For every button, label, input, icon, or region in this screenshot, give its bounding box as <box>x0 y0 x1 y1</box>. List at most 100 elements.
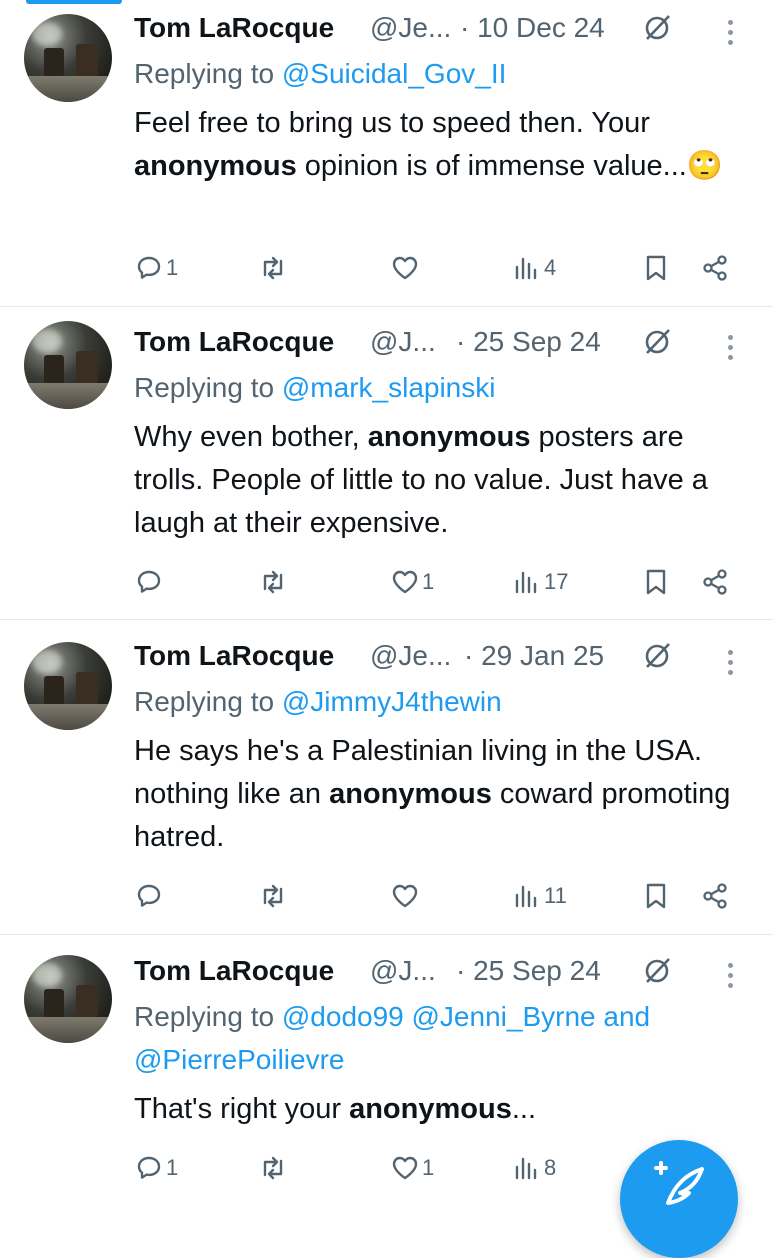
author-handle[interactable]: @J... <box>370 951 436 991</box>
author-handle[interactable]: @J... <box>370 322 436 362</box>
share-nodes-icon <box>703 255 727 281</box>
tweet-text: He says he's a Palestinian living in the… <box>134 730 754 859</box>
replying-to-label: Replying to <box>134 686 275 717</box>
avatar[interactable] <box>24 955 112 1043</box>
tweet-actions: 1 17 <box>0 562 773 602</box>
tweet-date[interactable]: · 25 Sep 24 <box>456 951 601 991</box>
view-count: 11 <box>544 883 567 908</box>
repost-arrows-icon <box>263 1156 283 1180</box>
tweet-text-before: Why even bother, <box>134 421 368 453</box>
replying-to-label: Replying to <box>134 58 275 89</box>
reply-button[interactable]: 1 <box>134 248 178 288</box>
grok-slash-icon[interactable] <box>642 956 672 986</box>
avatar[interactable] <box>24 14 112 102</box>
avatar[interactable] <box>24 642 112 730</box>
author-handle[interactable]: @Je... <box>370 636 451 676</box>
compose-feather-plus-icon <box>654 1161 704 1205</box>
tweet-text-before: That's right your <box>134 1093 350 1125</box>
repost-button[interactable] <box>258 562 290 602</box>
more-options-icon[interactable] <box>724 963 736 991</box>
tweet-text-after: opinion is of immense value...🙄 <box>296 150 723 182</box>
tweet-text-before: Feel free to bring us to speed then. You… <box>134 107 650 139</box>
author-name[interactable]: Tom LaRocque <box>134 951 334 991</box>
like-button[interactable]: 1 <box>390 562 434 602</box>
tweet-date[interactable]: · 10 Dec 24 <box>460 8 605 48</box>
heart-icon <box>392 884 418 908</box>
tweet-text-bold: anonymous <box>367 421 531 453</box>
views-button[interactable]: 11 <box>512 876 567 916</box>
heart-icon <box>392 256 418 280</box>
speech-bubble-icon <box>137 1156 161 1179</box>
grok-slash-icon[interactable] <box>642 13 672 43</box>
bookmark-icon <box>646 883 666 909</box>
author-name[interactable]: Tom LaRocque <box>134 322 334 362</box>
replying-to-label: Replying to <box>134 372 275 403</box>
like-button[interactable] <box>390 876 422 916</box>
bar-chart-icon <box>515 257 537 280</box>
tweet-card[interactable]: Tom LaRocque @J... · 25 Sep 24 Replying … <box>0 307 773 620</box>
compose-button[interactable] <box>620 1140 738 1258</box>
bookmark-button[interactable] <box>641 248 671 288</box>
author-name[interactable]: Tom LaRocque <box>134 8 334 48</box>
tweet-actions: 1 4 <box>0 248 773 288</box>
grok-slash-icon[interactable] <box>642 327 672 357</box>
heart-icon <box>392 570 418 594</box>
tweet-text: Why even bother, anonymous posters are t… <box>134 416 754 545</box>
replying-to-link[interactable]: @mark_slapinski <box>282 372 496 403</box>
repost-button[interactable] <box>258 876 290 916</box>
author-handle[interactable]: @Je... <box>370 8 451 48</box>
tweet-date[interactable]: · 29 Jan 25 <box>464 636 604 676</box>
share-button[interactable] <box>700 562 730 602</box>
bookmark-button[interactable] <box>641 562 671 602</box>
repost-button[interactable] <box>258 1148 290 1188</box>
views-button[interactable]: 8 <box>512 1148 556 1188</box>
more-options-icon[interactable] <box>724 20 736 48</box>
replying-to-line: Replying to @JimmyJ4thewin <box>134 680 502 724</box>
like-count: 1 <box>422 569 435 594</box>
more-options-icon[interactable] <box>724 335 736 363</box>
repost-arrows-icon <box>263 570 283 594</box>
speech-bubble-icon <box>137 256 161 279</box>
bar-chart-icon <box>515 1157 537 1180</box>
reply-button[interactable]: 1 <box>134 1148 178 1188</box>
avatar[interactable] <box>24 321 112 409</box>
replying-to-link[interactable]: @dodo99 @Jenni_Byrne and <box>282 1001 650 1032</box>
speech-bubble-icon <box>137 570 161 593</box>
share-button[interactable] <box>700 876 730 916</box>
replying-to-line: Replying to @mark_slapinski <box>134 366 495 410</box>
replying-to-link[interactable]: @Suicidal_Gov_II <box>282 58 507 89</box>
tweet-card[interactable]: Tom LaRocque @Je... · 10 Dec 24 Replying… <box>0 0 773 307</box>
more-options-icon[interactable] <box>724 650 736 678</box>
tweet-card[interactable]: Tom LaRocque @Je... · 29 Jan 25 Replying… <box>0 620 773 935</box>
views-button[interactable]: 17 <box>512 562 568 602</box>
bookmark-icon <box>646 569 666 595</box>
share-button[interactable] <box>700 248 730 288</box>
author-name[interactable]: Tom LaRocque <box>134 636 334 676</box>
view-count: 8 <box>544 1155 557 1180</box>
replying-to-link[interactable]: @JimmyJ4thewin <box>282 686 502 717</box>
tweet-text: Feel free to bring us to speed then. You… <box>134 102 754 188</box>
replying-to-line: Replying to @Suicidal_Gov_II <box>134 52 506 96</box>
like-button[interactable]: 1 <box>390 1148 434 1188</box>
bar-chart-icon <box>515 571 537 594</box>
reply-button[interactable] <box>134 876 166 916</box>
tweet-text: That's right your anonymous... <box>134 1088 754 1131</box>
heart-icon <box>392 1156 418 1180</box>
repost-arrows-icon <box>263 256 283 280</box>
reply-button[interactable] <box>134 562 166 602</box>
views-button[interactable]: 4 <box>512 248 556 288</box>
repost-button[interactable] <box>258 248 290 288</box>
tweet-text-bold: anonymous <box>349 1093 512 1125</box>
share-nodes-icon <box>703 569 727 595</box>
tweet-date[interactable]: · 25 Sep 24 <box>456 322 601 362</box>
replying-to-link[interactable]: @PierrePoilievre <box>134 1044 345 1075</box>
bookmark-button[interactable] <box>641 876 671 916</box>
like-button[interactable] <box>390 248 422 288</box>
replying-to-label: Replying to <box>134 1001 275 1032</box>
bar-chart-icon <box>515 885 537 908</box>
like-count: 1 <box>422 1155 435 1180</box>
grok-slash-icon[interactable] <box>642 641 672 671</box>
tweet-text-after: ... <box>511 1093 536 1125</box>
replying-to-line: Replying to @dodo99 @Jenni_Byrne and <box>134 995 650 1039</box>
view-count: 4 <box>544 255 557 280</box>
